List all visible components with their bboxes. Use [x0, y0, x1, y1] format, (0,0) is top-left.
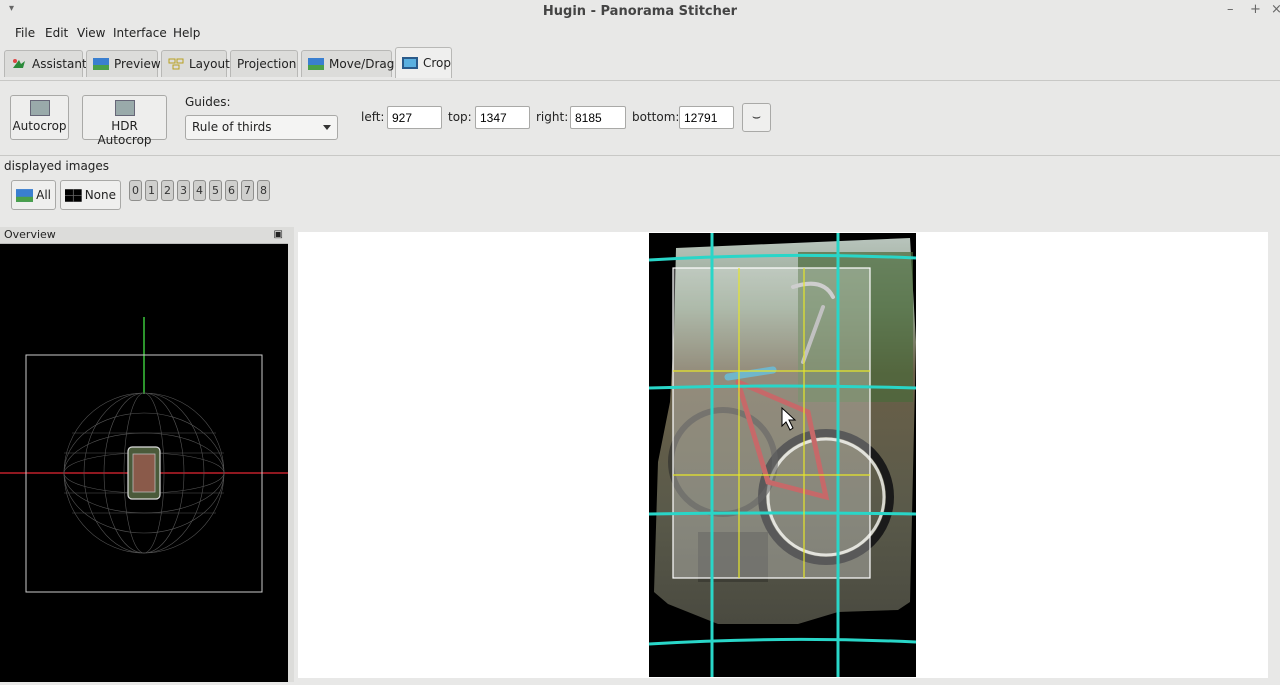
crop-region — [673, 268, 870, 578]
tab-preview-label: Preview — [114, 57, 161, 71]
bottom-label: bottom: — [632, 110, 680, 124]
top-input[interactable] — [475, 106, 530, 129]
pin-icon[interactable]: ▣ — [274, 229, 283, 240]
hdr-autocrop-button[interactable]: HDR Autocrop — [82, 95, 167, 147]
image-toggle-7[interactable]: 7 — [241, 180, 254, 201]
overview-sphere — [0, 317, 288, 593]
overview-title: Overview — [4, 228, 56, 241]
menu-view[interactable]: View — [77, 26, 105, 40]
crop-toolbar: Autocrop HDR Autocrop Guides: Rule of th… — [0, 80, 1280, 156]
tab-projection-label: Projection — [237, 57, 297, 71]
autocrop-label: Autocrop — [12, 119, 67, 133]
reset-icon: ⌣ — [751, 109, 762, 125]
minimize-button[interactable]: – — [1227, 2, 1234, 17]
panorama-preview-canvas — [648, 233, 917, 677]
image-toggle-3[interactable]: 3 — [177, 180, 190, 201]
title-bar: ▾ Hugin - Panorama Stitcher – + × — [0, 0, 1280, 23]
left-label: left: — [361, 110, 385, 124]
top-label: top: — [448, 110, 472, 124]
tab-layout[interactable]: Layout — [161, 50, 230, 77]
menu-file[interactable]: File — [15, 26, 35, 40]
show-all-icon — [16, 188, 34, 202]
tab-projection[interactable]: Projection — [230, 50, 298, 77]
tab-crop[interactable]: Crop — [395, 47, 452, 78]
tab-bar: Assistant Preview Layout Projection Move… — [0, 46, 1280, 80]
chevron-down-icon — [323, 125, 331, 130]
tab-assistant-label: Assistant — [32, 57, 87, 71]
image-toggle-8[interactable]: 8 — [257, 180, 270, 201]
tab-assistant[interactable]: Assistant — [4, 50, 87, 77]
move-drag-icon — [308, 58, 324, 70]
layout-icon — [168, 58, 184, 70]
image-toggle-6[interactable]: 6 — [225, 180, 238, 201]
right-input[interactable] — [570, 106, 626, 129]
tab-move-drag[interactable]: Move/Drag — [301, 50, 395, 77]
displayed-images-label: displayed images — [4, 159, 110, 173]
menu-edit[interactable]: Edit — [45, 26, 68, 40]
image-toggle-1[interactable]: 1 — [145, 180, 158, 201]
hdr-autocrop-icon — [114, 100, 135, 116]
tab-layout-label: Layout — [189, 57, 230, 71]
overview-panel-header: Overview ▣ — [0, 227, 288, 244]
show-none-icon — [65, 188, 82, 202]
show-none-button[interactable]: None — [60, 180, 121, 210]
menu-interface[interactable]: Interface — [113, 26, 167, 40]
hdr-autocrop-label: HDR Autocrop — [97, 119, 152, 147]
guides-select[interactable]: Rule of thirds — [185, 115, 338, 140]
right-label: right: — [536, 110, 569, 124]
maximize-button[interactable]: + — [1250, 2, 1261, 17]
menu-bar: File Edit View Interface Help — [0, 23, 1280, 43]
image-toggle-5[interactable]: 5 — [209, 180, 222, 201]
crop-icon — [402, 57, 418, 69]
window-title: Hugin - Panorama Stitcher — [542, 4, 738, 19]
guides-label: Guides: — [185, 95, 231, 109]
image-toggle-0[interactable]: 0 — [129, 180, 142, 201]
show-all-button[interactable]: All — [11, 180, 56, 210]
tab-preview[interactable]: Preview — [86, 50, 161, 77]
assistant-icon — [13, 59, 25, 68]
image-toggle-2[interactable]: 2 — [161, 180, 174, 201]
bottom-input[interactable] — [679, 106, 734, 129]
show-all-label: All — [36, 188, 51, 202]
panel-splitter[interactable] — [288, 227, 294, 682]
left-input[interactable] — [387, 106, 442, 129]
menu-help[interactable]: Help — [173, 26, 200, 40]
image-toggle-4[interactable]: 4 — [193, 180, 206, 201]
tab-crop-label: Crop — [423, 56, 452, 70]
preview-icon — [93, 58, 109, 70]
guides-value: Rule of thirds — [192, 120, 272, 134]
show-none-label: None — [84, 188, 116, 202]
crop-canvas[interactable] — [298, 232, 1268, 678]
overview-panel[interactable] — [0, 244, 288, 682]
autocrop-icon — [29, 100, 50, 116]
autocrop-button[interactable]: Autocrop — [10, 95, 69, 140]
tab-move-drag-label: Move/Drag — [329, 57, 395, 71]
close-button[interactable]: × — [1271, 2, 1280, 17]
reset-crop-button[interactable]: ⌣ — [742, 103, 771, 132]
